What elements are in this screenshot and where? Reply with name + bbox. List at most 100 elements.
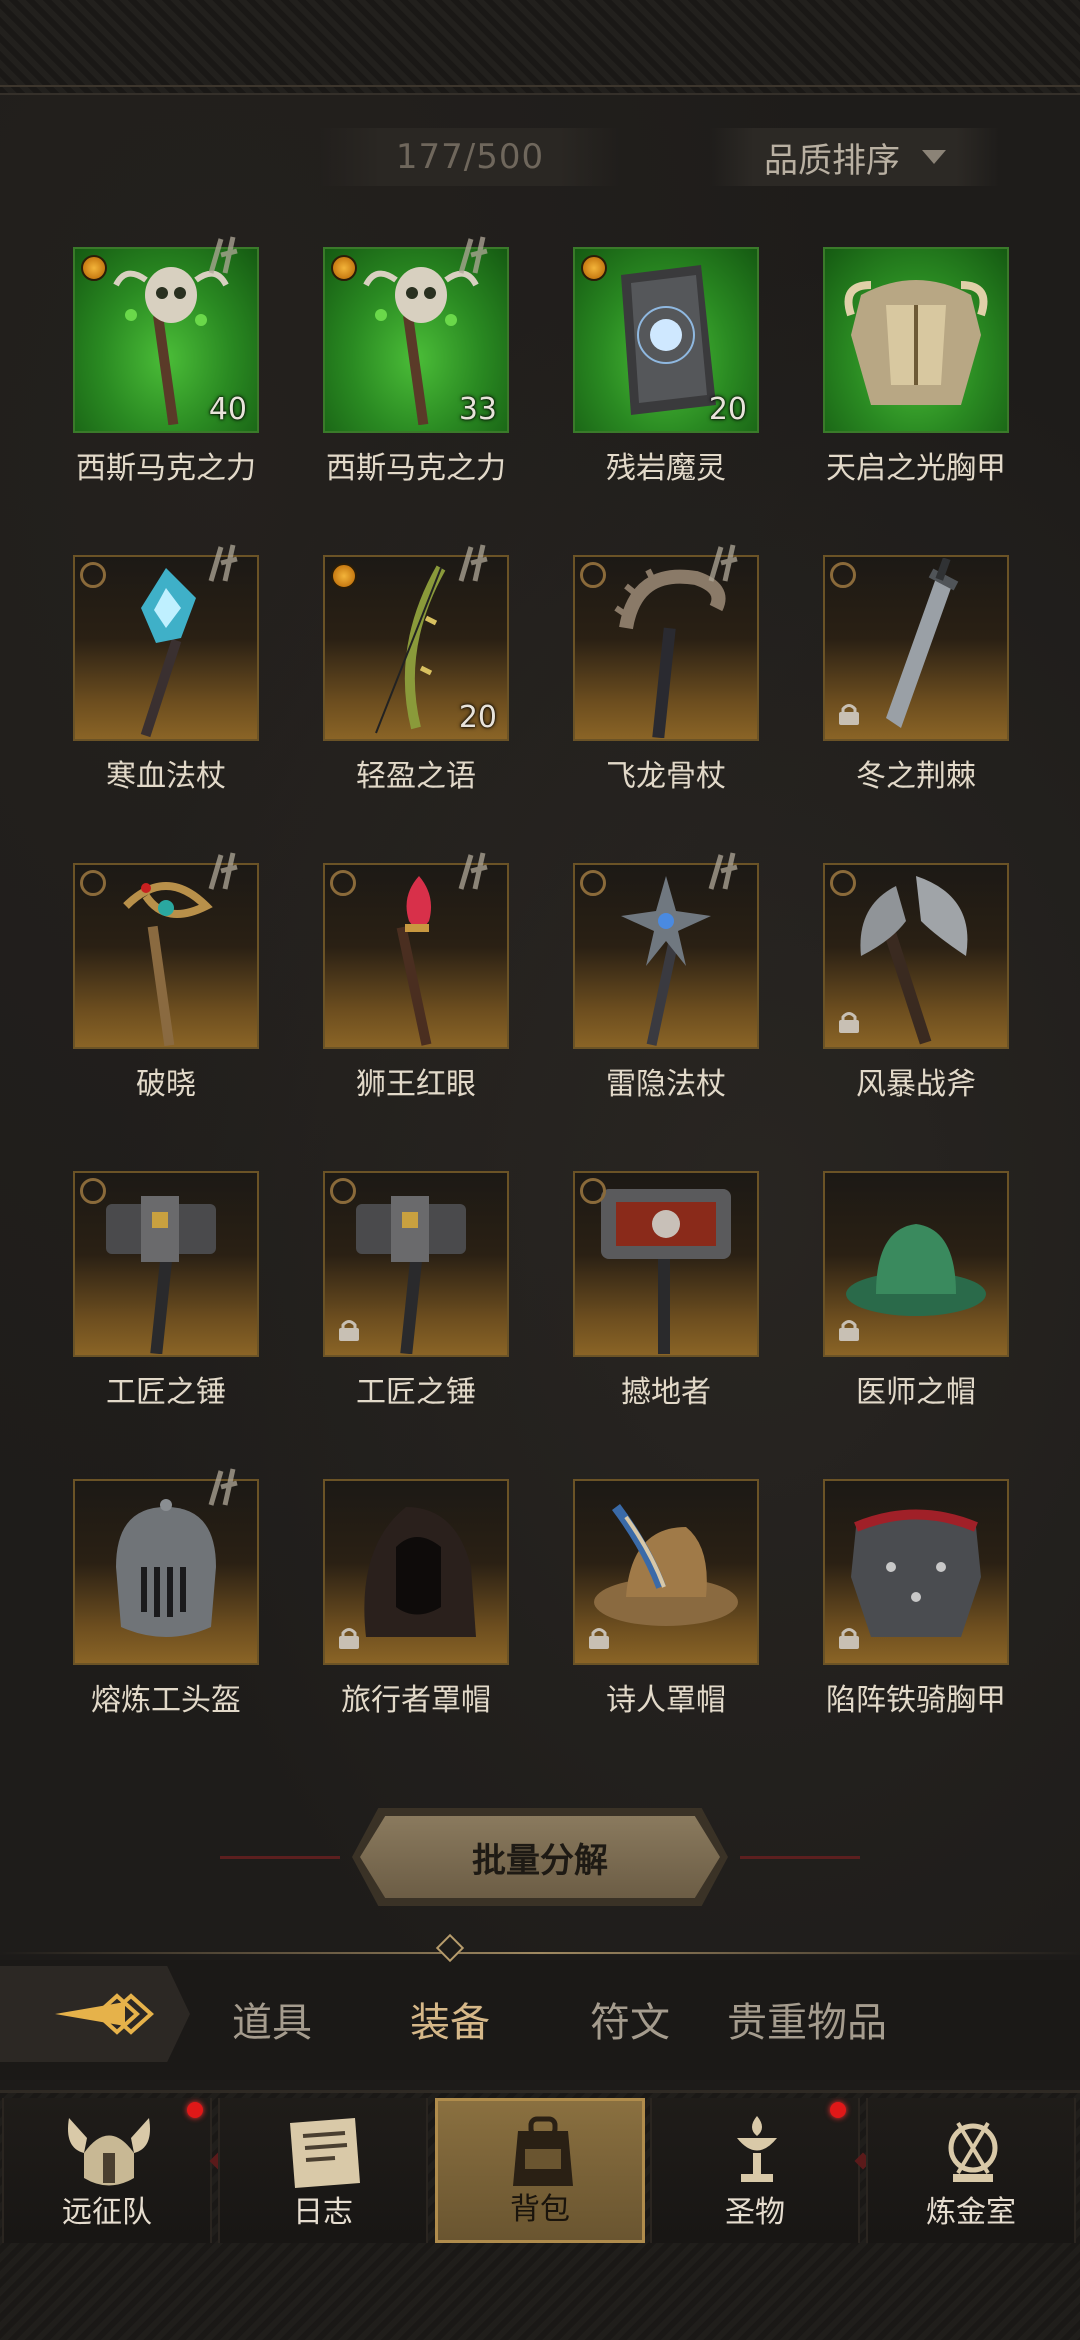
inventory-capacity: 177/500	[320, 128, 620, 186]
item-name: 风暴战斧	[856, 1067, 976, 1102]
item-level: 20	[708, 392, 747, 427]
nav-expedition[interactable]: 远征队	[2, 2098, 212, 2243]
nav-backpack[interactable]: 背包	[435, 2098, 645, 2243]
equipment-slot[interactable]	[323, 1171, 509, 1357]
tab-valuables[interactable]: 贵重物品	[727, 1990, 887, 2050]
equipment-cell: 雷隐法杖	[555, 851, 805, 1159]
item-level: 33	[458, 392, 497, 427]
lock-icon	[839, 1012, 859, 1033]
nav-alchemy[interactable]: 炼金室	[866, 2098, 1076, 2243]
equipment-cell: 20 轻盈之语	[305, 543, 555, 851]
nav-label: 日志	[293, 2195, 353, 2230]
equipment-cell: 熔炼工头盔	[55, 1467, 305, 1775]
quality-badge-icon	[81, 255, 107, 281]
chalice-icon	[737, 2116, 777, 2182]
forge-mark-icon	[203, 1465, 247, 1509]
tab-runes[interactable]: 符文	[590, 1990, 670, 2050]
forge-mark-icon	[453, 849, 497, 893]
empty-badge-icon	[80, 1178, 106, 1204]
item-name: 诗人罩帽	[606, 1683, 726, 1718]
forge-mark-icon	[203, 849, 247, 893]
viking-helmet-icon	[68, 2118, 150, 2186]
equipment-slot[interactable]	[823, 1479, 1009, 1665]
item-name: 旅行者罩帽	[341, 1683, 491, 1718]
empty-badge-icon	[330, 870, 356, 896]
quality-badge-icon	[331, 563, 357, 589]
item-name: 轻盈之语	[356, 759, 476, 794]
item-name: 天启之光胸甲	[826, 451, 1006, 486]
sort-dropdown[interactable]: 品质排序	[710, 128, 1000, 186]
item-name: 雷隐法杖	[606, 1067, 726, 1102]
item-name: 熔炼工头盔	[91, 1683, 241, 1718]
empty-badge-icon	[330, 1178, 356, 1204]
item-level: 20	[458, 700, 497, 735]
equipment-slot[interactable]	[573, 1479, 759, 1665]
notification-dot	[187, 2102, 203, 2118]
equipment-cell: 旅行者罩帽	[305, 1467, 555, 1775]
nav-relics[interactable]: 圣物	[650, 2098, 860, 2243]
item-name: 撼地者	[621, 1375, 711, 1410]
empty-badge-icon	[580, 562, 606, 588]
lock-icon	[839, 704, 859, 725]
empty-badge-icon	[580, 1178, 606, 1204]
lock-icon	[839, 1628, 859, 1649]
item-name: 破晓	[136, 1067, 196, 1102]
hammer-icon	[75, 1173, 257, 1355]
nav-journal[interactable]: 日志	[218, 2098, 428, 2243]
equipment-slot[interactable]	[823, 1171, 1009, 1357]
item-name: 西斯马克之力	[76, 451, 256, 486]
equipment-slot[interactable]	[73, 1171, 259, 1357]
nav-label: 炼金室	[926, 2195, 1016, 2230]
chevron-down-icon	[922, 150, 946, 164]
equipment-slot[interactable]	[823, 555, 1009, 741]
item-name: 工匠之锤	[356, 1375, 476, 1410]
equipment-cell: 冬之荆棘	[805, 543, 1055, 851]
forge-mark-icon	[203, 541, 247, 585]
item-name: 西斯马克之力	[326, 451, 506, 486]
equipment-cell: 陷阵铁骑胸甲	[805, 1467, 1055, 1775]
batch-dismantle-button[interactable]: 批量分解	[360, 1816, 720, 1898]
equipment-grid: 40 西斯马克之力 33 西斯马克之力 20 残岩魔灵 天启之光胸甲寒血法杖 20 轻盈之语 飞龙…	[55, 235, 1045, 1775]
nav-label: 背包	[510, 2192, 570, 2227]
nav-label: 圣物	[725, 2195, 785, 2230]
equipment-cell: 寒血法杖	[55, 543, 305, 851]
lock-icon	[339, 1320, 359, 1341]
forge-mark-icon	[453, 233, 497, 277]
nav-label: 远征队	[62, 2195, 152, 2230]
item-name: 飞龙骨杖	[606, 759, 726, 794]
equipment-slot[interactable]	[573, 1171, 759, 1357]
empty-badge-icon	[830, 562, 856, 588]
top-frame	[0, 0, 1080, 95]
divider	[0, 1952, 1080, 1954]
item-name: 医师之帽	[856, 1375, 976, 1410]
equipment-slot[interactable]	[823, 247, 1009, 433]
tab-items[interactable]: 道具	[232, 1990, 312, 2050]
empty-badge-icon	[80, 562, 106, 588]
item-name: 陷阵铁骑胸甲	[826, 1683, 1006, 1718]
equipment-cell: 工匠之锤	[305, 1159, 555, 1467]
equipment-cell: 40 西斯马克之力	[55, 235, 305, 543]
quality-badge-icon	[331, 255, 357, 281]
back-button[interactable]	[0, 1966, 190, 2062]
item-name: 工匠之锤	[106, 1375, 226, 1410]
lock-icon	[589, 1628, 609, 1649]
sort-label: 品质排序	[764, 140, 900, 181]
empty-badge-icon	[830, 870, 856, 896]
forge-mark-icon	[203, 233, 247, 277]
equipment-slot[interactable]	[323, 1479, 509, 1665]
tab-equipment[interactable]: 装备	[410, 1990, 490, 2050]
warhammer-icon	[575, 1173, 757, 1355]
item-level: 40	[208, 392, 247, 427]
equipment-cell: 撼地者	[555, 1159, 805, 1467]
forge-mark-icon	[703, 849, 747, 893]
item-name: 残岩魔灵	[606, 451, 726, 486]
gold-breastplate-icon	[825, 249, 1007, 431]
item-name: 冬之荆棘	[856, 759, 976, 794]
equipment-cell: 20 残岩魔灵	[555, 235, 805, 543]
equipment-slot[interactable]: 20	[573, 247, 759, 433]
equipment-slot[interactable]	[823, 863, 1009, 1049]
item-name: 寒血法杖	[106, 759, 226, 794]
alchemy-icon	[948, 2121, 998, 2182]
equipment-cell: 飞龙骨杖	[555, 543, 805, 851]
empty-badge-icon	[80, 870, 106, 896]
